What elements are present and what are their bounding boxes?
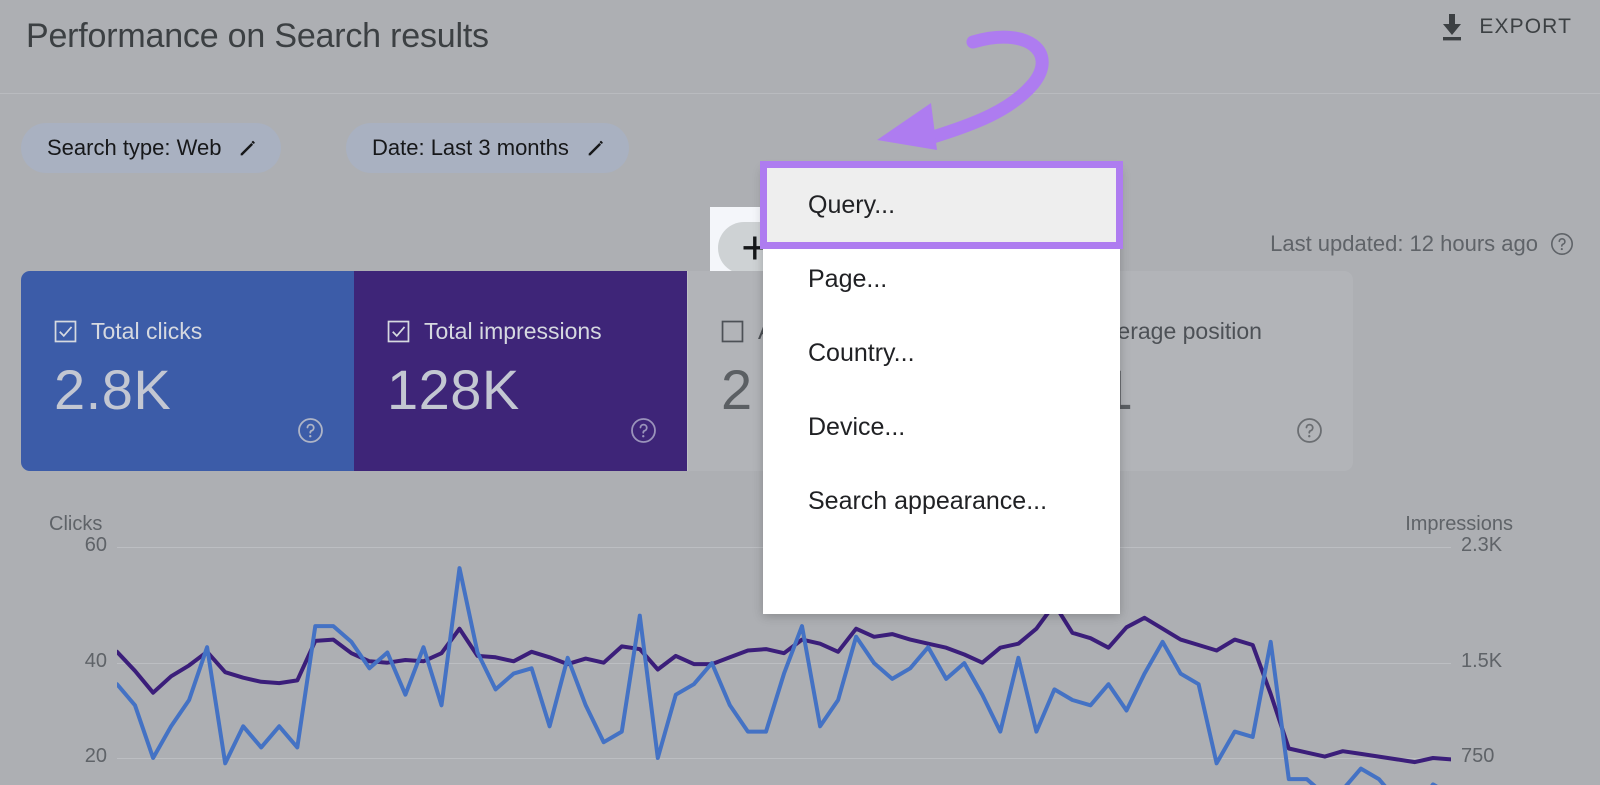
help-circle-icon[interactable] [297,417,324,444]
chart-right-tick: 2.3K [1461,534,1503,556]
help-circle-icon[interactable] [1296,417,1323,444]
metric-card-label: Total clicks [91,318,203,344]
filter-chip-label: Date: Last 3 months [372,135,569,160]
help-circle-icon[interactable] [630,417,657,444]
download-icon [1439,12,1465,42]
pencil-icon[interactable] [237,137,259,159]
export-button[interactable]: EXPORT [1439,12,1572,42]
filter-chip-search-type[interactable]: Search type: Web [21,123,282,173]
page-header: Performance on Search results EXPORT [0,0,1600,94]
metric-card-label: Total impressions [424,318,602,344]
metric-card-help[interactable] [630,417,657,444]
chart-right-tick: 1.5K [1461,650,1503,672]
metric-card-help[interactable] [1296,417,1323,444]
help-circle-icon[interactable] [1550,232,1574,256]
filter-chip-label: Search type: Web [47,135,222,160]
chart-left-axis-title: Clicks [49,513,103,535]
export-label: EXPORT [1479,15,1572,38]
menu-item-country[interactable]: Country... [763,316,1120,390]
menu-item-device[interactable]: Device... [763,390,1120,464]
new-filter-dropdown-menu[interactable]: Query... Page... Country... Device... Se… [763,168,1120,614]
chart-left-tick: 20 [84,745,107,767]
filter-chip-date[interactable]: Date: Last 3 months [346,123,629,173]
menu-item-label: Page... [808,264,888,293]
menu-item-label: Country... [808,338,915,367]
checkbox-unchecked-icon[interactable] [721,320,744,343]
metric-card-total-impressions[interactable]: Total impressions 128K [354,271,687,471]
last-updated-text: Last updated: 12 hours ago [1270,231,1538,256]
checkbox-checked-icon[interactable] [387,320,410,343]
menu-item-query[interactable]: Query... [767,168,1116,242]
metric-card-value: 2.8K [54,358,172,421]
metric-card-total-clicks[interactable]: Total clicks 2.8K [21,271,354,471]
performance-page: Performance on Search results EXPORT Sea… [0,0,1600,785]
metric-card-help[interactable] [297,417,324,444]
chart-right-tick: 750 [1461,745,1495,767]
metric-card-header: Total clicks [54,318,354,345]
chart-left-tick: 40 [84,650,107,672]
menu-item-search-appearance[interactable]: Search appearance... [763,464,1120,538]
chart-left-tick: 60 [84,534,107,556]
pencil-icon[interactable] [585,137,607,159]
menu-item-label: Query... [808,190,896,219]
menu-item-label: Device... [808,412,906,441]
metric-card-header: Total impressions [387,318,687,345]
metric-card-value: 128K [387,358,520,421]
page-title: Performance on Search results [26,17,489,55]
checkbox-checked-icon[interactable] [54,320,77,343]
menu-item-page[interactable]: Page... [763,242,1120,316]
metric-cards: Total clicks 2.8K Total impressions 128K… [21,271,1353,471]
last-updated: Last updated: 12 hours ago [1270,231,1574,257]
menu-item-label: Search appearance... [808,486,1048,515]
